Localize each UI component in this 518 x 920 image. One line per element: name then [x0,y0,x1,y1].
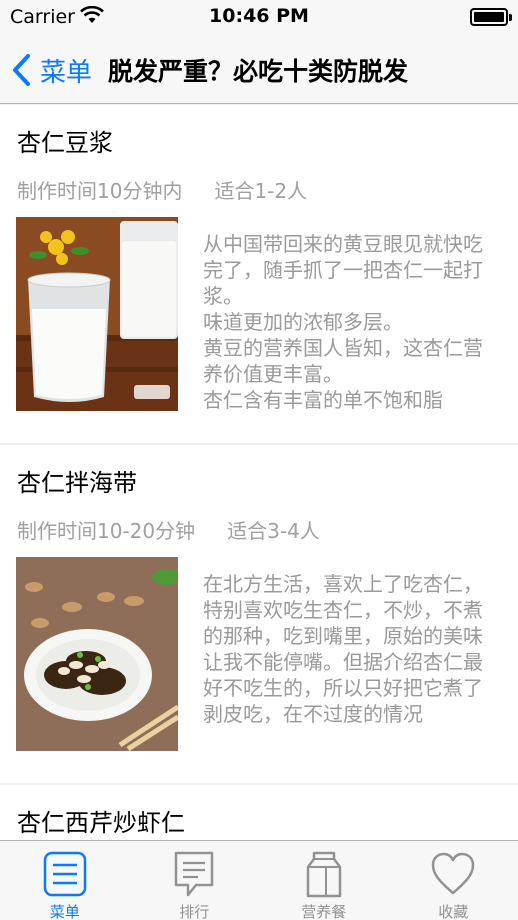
recipe-description: 从中国带回来的黄豆眼见就快吃完了，随手抓了一把杏仁一起打浆。 味道更加的浓郁多层… [194,217,502,411]
recipe-photo-soymilk-glasses[interactable] [16,217,178,411]
recipe-list[interactable]: 杏仁豆浆 制作时间10分钟内 适合1-2人 从中国带回来的黄豆眼见就快吃完了，随手… [0,105,518,840]
tab-bar: 菜单 排行 营养餐 收藏 [0,840,518,920]
recipe-time: 制作时间10-20分钟 [17,519,196,543]
back-button-label: 菜单 [40,57,93,88]
recipe-name: 杏仁拌海带 [17,469,137,497]
heart-icon [432,852,475,895]
recipe-servings: 适合1-2人 [214,179,308,203]
battery-icon [470,8,512,26]
tab-label: 营养餐 [301,903,347,920]
tab-ranking[interactable]: 排行 [130,841,260,920]
recipe-name: 杏仁豆浆 [17,129,113,157]
recipe-meta: 制作时间10-20分钟 适合3-4人 [17,515,320,544]
menu-list-icon [43,851,86,897]
chevron-left-icon [13,54,30,86]
recipe-servings: 适合3-4人 [227,519,320,543]
navigation-bar: 菜单 脱发严重？必吃十类防脱发 [0,36,518,104]
tab-menu[interactable]: 菜单 [0,841,130,920]
recipe-description: 在北方生活，喜欢上了吃杏仁，特别喜欢吃生杏仁，不炒，不煮的那种，吃到嘴里，原始的… [194,557,502,751]
tab-label: 收藏 [438,903,469,920]
recipe-card-almond-celery-shrimp[interactable]: 杏仁西芹炒虾仁 [0,785,518,840]
recipe-time: 制作时间10分钟内 [17,179,183,203]
milk-carton-icon [306,851,341,898]
tab-favorites[interactable]: 收藏 [389,841,518,920]
page-title: 脱发严重？必吃十类防脱发 [108,57,409,86]
ranking-chat-icon [175,851,214,897]
recipe-card-almond-kelp[interactable]: 杏仁拌海带 制作时间10-20分钟 适合3-4人 在北方生活，喜欢上了吃杏仁，特别… [0,445,518,783]
tab-nutrition[interactable]: 营养餐 [259,841,389,920]
recipe-photo-almond-kelp-plate[interactable] [16,557,178,751]
recipe-name: 杏仁西芹炒虾仁 [17,809,185,837]
tab-label: 菜单 [49,903,80,920]
clock: 10:46 PM [209,5,309,27]
back-button[interactable]: 菜单 [10,50,92,90]
recipe-meta: 制作时间10分钟内 适合1-2人 [17,175,307,204]
tab-label: 排行 [179,903,210,920]
recipe-card-almond-soymilk[interactable]: 杏仁豆浆 制作时间10分钟内 适合1-2人 从中国带回来的黄豆眼见就快吃完了，随手… [0,105,518,443]
status-bar: Carrier 10:46 PM [0,0,518,36]
